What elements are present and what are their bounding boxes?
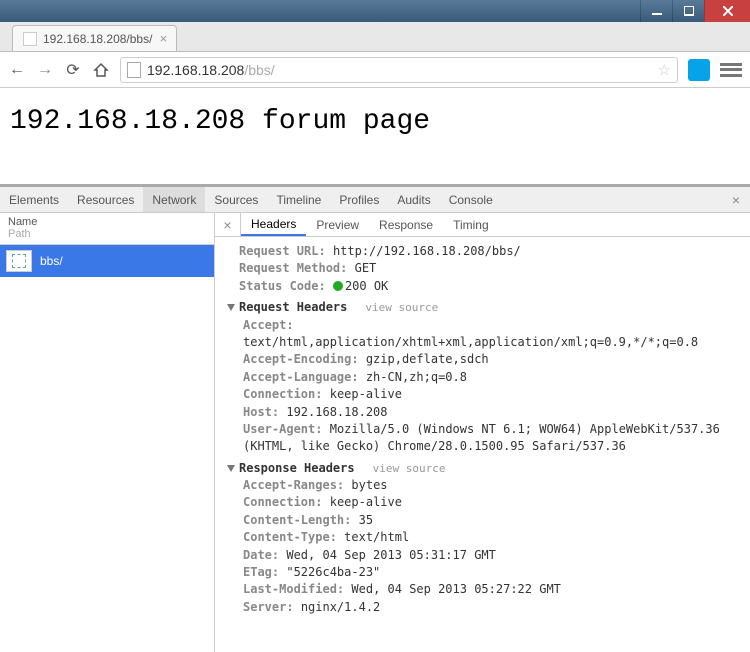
page-icon [127, 62, 141, 78]
triangle-down-icon [227, 304, 235, 311]
tab-resources[interactable]: Resources [68, 187, 143, 212]
column-name: Name [8, 216, 206, 228]
forward-button[interactable]: → [36, 61, 54, 79]
home-button[interactable] [92, 61, 110, 79]
network-request-list: Name Path bbs/ [0, 213, 215, 652]
tab-title: 192.168.18.208/bbs/ [43, 32, 152, 46]
section-toggle[interactable]: Response Headersview source [227, 460, 740, 477]
tab-timeline[interactable]: Timeline [267, 187, 330, 212]
status-code-row: Status Code: 200 OK [239, 278, 740, 295]
devtools-tab-bar: Elements Resources Network Sources Timel… [0, 187, 750, 213]
column-path: Path [8, 228, 206, 240]
window-maximize-button[interactable] [672, 0, 704, 22]
browser-tab[interactable]: 192.168.18.208/bbs/ × [12, 25, 177, 51]
reload-button[interactable]: ⟳ [64, 61, 82, 79]
browser-tabstrip: 192.168.18.208/bbs/ × [0, 22, 750, 52]
close-tab-button[interactable]: × [156, 32, 170, 46]
address-bar[interactable]: 192.168.18.208/bbs/ ☆ [120, 57, 678, 83]
tab-audits[interactable]: Audits [388, 187, 439, 212]
tab-console[interactable]: Console [440, 187, 502, 212]
view-source-link[interactable]: view source [365, 301, 438, 314]
tab-profiles[interactable]: Profiles [330, 187, 388, 212]
tab-network[interactable]: Network [143, 187, 205, 212]
tab-elements[interactable]: Elements [0, 187, 68, 212]
request-headers-section: Request Headersview source Accept: text/… [239, 299, 740, 456]
window-close-button[interactable] [704, 0, 750, 22]
tab-timing[interactable]: Timing [443, 213, 499, 236]
file-type-icon [6, 250, 32, 272]
status-dot-icon [333, 281, 343, 291]
tab-sources[interactable]: Sources [205, 187, 267, 212]
headers-content[interactable]: Request URL: http://192.168.18.208/bbs/ … [215, 237, 750, 652]
back-button[interactable]: ← [8, 61, 26, 79]
page-heading: 192.168.18.208 forum page [10, 106, 740, 137]
url-text: 192.168.18.208/bbs/ [147, 62, 275, 78]
response-headers-section: Response Headersview source Accept-Range… [239, 460, 740, 617]
devtools-close-button[interactable]: × [722, 192, 750, 208]
request-method-row: Request Method: GET [239, 260, 740, 277]
page-content: 192.168.18.208 forum page [0, 88, 750, 155]
window-minimize-button[interactable] [640, 0, 672, 22]
request-name: bbs/ [40, 254, 63, 268]
devtools-panel: Elements Resources Network Sources Timel… [0, 184, 750, 652]
tab-response[interactable]: Response [369, 213, 443, 236]
browser-toolbar: ← → ⟳ 192.168.18.208/bbs/ ☆ [0, 52, 750, 88]
section-toggle[interactable]: Request Headersview source [227, 299, 740, 316]
request-list-header[interactable]: Name Path [0, 213, 214, 245]
tab-preview[interactable]: Preview [306, 213, 369, 236]
request-url-row: Request URL: http://192.168.18.208/bbs/ [239, 243, 740, 260]
request-details-panel: × Headers Preview Response Timing Reques… [215, 213, 750, 652]
details-tab-bar: × Headers Preview Response Timing [215, 213, 750, 237]
details-close-button[interactable]: × [215, 213, 241, 236]
extension-button[interactable] [688, 59, 710, 81]
request-row[interactable]: bbs/ [0, 245, 214, 277]
tab-headers[interactable]: Headers [241, 213, 306, 236]
page-icon [23, 32, 37, 46]
bookmark-icon[interactable]: ☆ [658, 61, 671, 79]
triangle-down-icon [227, 465, 235, 472]
view-source-link[interactable]: view source [373, 462, 446, 475]
window-titlebar [0, 0, 750, 22]
menu-button[interactable] [720, 61, 742, 79]
